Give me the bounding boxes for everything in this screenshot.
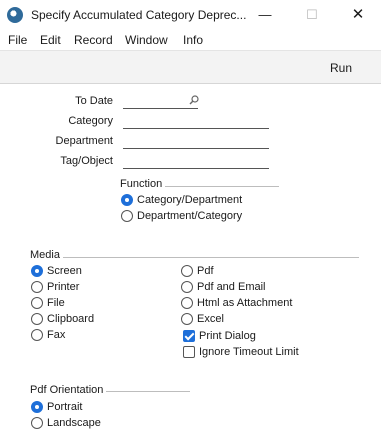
minimize-button[interactable]: — [250,4,280,26]
media-group-label: Media [30,249,63,261]
function-department-category-radio[interactable] [121,210,133,222]
ignore-timeout-label: Ignore Timeout Limit [199,346,299,358]
print-dialog-checkbox[interactable] [183,330,195,342]
media-fax-radio[interactable] [31,329,43,341]
media-clipboard-radio[interactable] [31,313,43,325]
to-date-field[interactable] [123,108,198,109]
media-pdf-and-email-label: Pdf and Email [197,281,266,293]
orientation-portrait-radio[interactable] [31,401,43,413]
media-pdf-radio[interactable] [181,265,193,277]
media-fax-label: Fax [47,329,66,341]
media-excel-label: Excel [197,313,224,325]
maximize-button[interactable]: ☐ [297,4,327,26]
media-clipboard-label: Clipboard [47,313,95,325]
category-label: Category [68,115,113,127]
media-file-radio[interactable] [31,297,43,309]
menu-info[interactable]: Info [183,33,203,47]
department-field[interactable] [123,148,269,149]
department-label: Department [55,135,113,147]
button-bar: Run [0,50,381,84]
run-button[interactable]: Run [330,61,352,75]
print-dialog-label: Print Dialog [199,330,256,342]
pdf-orientation-label: Pdf Orientation [30,384,107,396]
to-date-label: To Date [75,95,113,107]
media-html-attachment-label: Html as Attachment [197,297,293,309]
media-file-label: File [47,297,65,309]
function-category-department-radio[interactable] [121,194,133,206]
menu-window[interactable]: Window [125,33,168,47]
media-printer-label: Printer [47,281,80,293]
menu-bar: File Edit Record Window Info [0,30,381,50]
media-printer-radio[interactable] [31,281,43,293]
title-bar: Specify Accumulated Category Deprec... —… [0,0,381,30]
specification-form: To Date Category Department Tag/Object F… [0,85,381,444]
media-html-attachment-radio[interactable] [181,297,193,309]
ignore-timeout-checkbox[interactable] [183,346,195,358]
window-title: Specify Accumulated Category Deprec... [31,8,247,22]
menu-edit[interactable]: Edit [40,33,61,47]
function-group-label: Function [120,178,166,190]
orientation-landscape-radio[interactable] [31,417,43,429]
media-pdf-and-email-radio[interactable] [181,281,193,293]
media-excel-radio[interactable] [181,313,193,325]
tag-object-label: Tag/Object [60,155,113,167]
orientation-landscape-label: Landscape [47,417,101,429]
media-group-divider [30,257,359,258]
menu-record[interactable]: Record [74,33,113,47]
close-button[interactable]: ✕ [343,4,373,26]
tag-object-field[interactable] [123,168,269,169]
category-field[interactable] [123,128,269,129]
media-screen-label: Screen [47,265,82,277]
media-screen-radio[interactable] [31,265,43,277]
menu-file[interactable]: File [8,33,27,47]
orientation-portrait-label: Portrait [47,401,83,413]
media-pdf-label: Pdf [197,265,214,277]
app-logo-icon [7,7,23,23]
magnifier-icon[interactable] [189,95,199,105]
function-category-department-label: Category/Department [137,194,243,206]
function-department-category-label: Department/Category [137,210,243,222]
